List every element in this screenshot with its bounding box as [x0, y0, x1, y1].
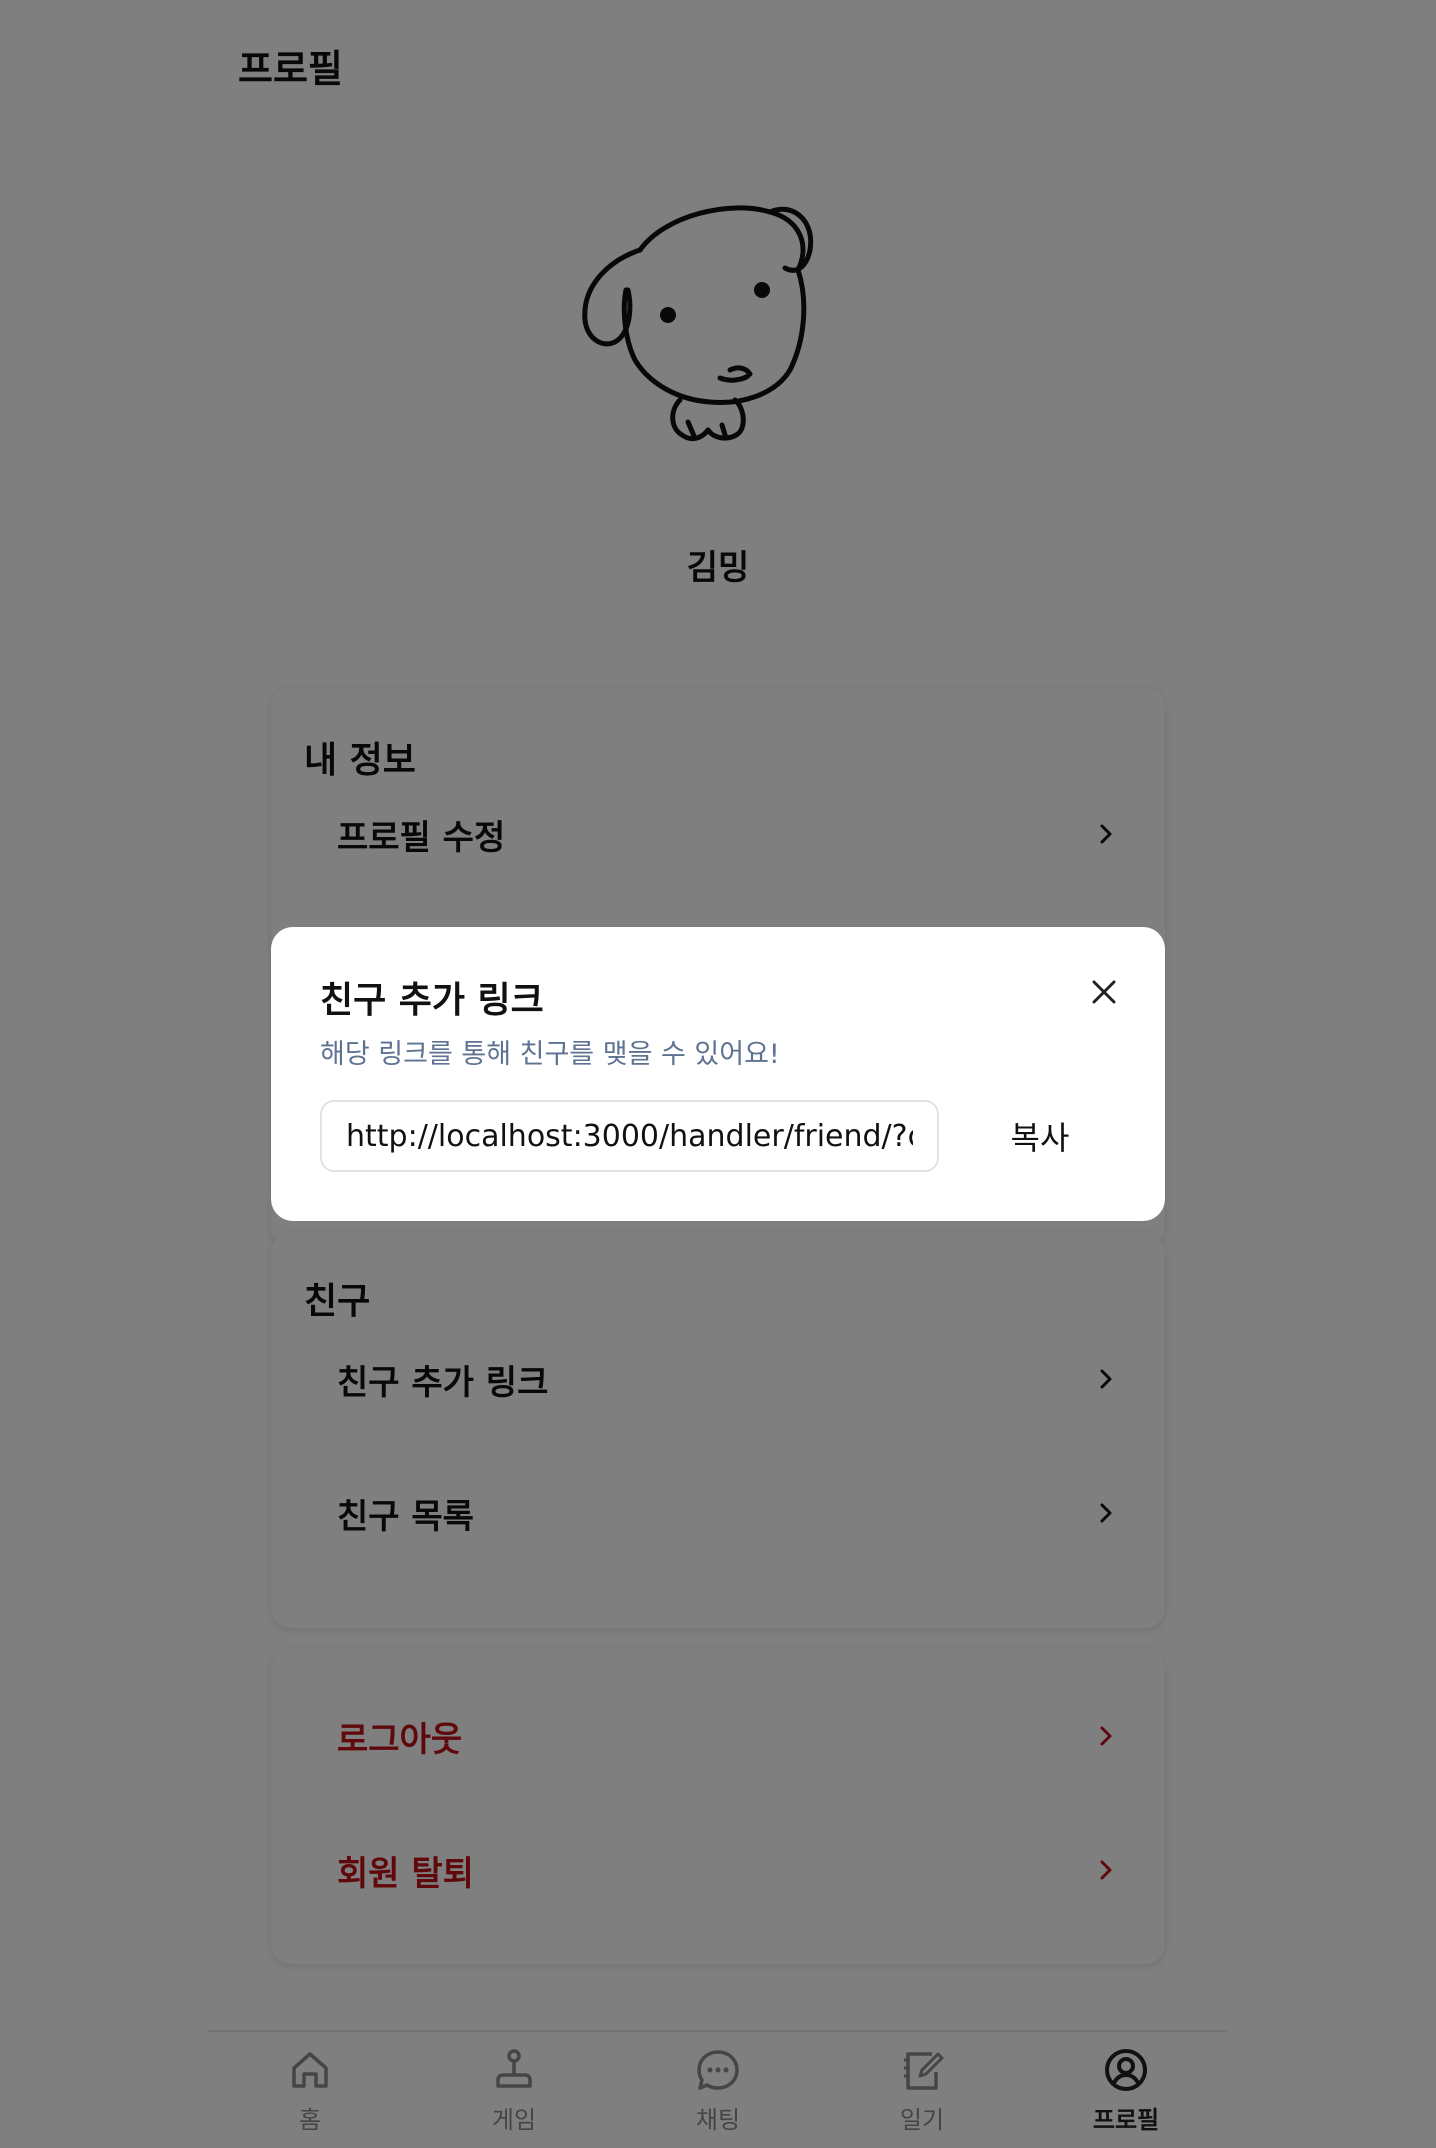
- modal-description: 해당 링크를 통해 친구를 맺을 수 있어요!: [320, 1039, 780, 1070]
- friend-link-input[interactable]: [320, 1100, 939, 1172]
- copy-button[interactable]: 복사: [971, 1100, 1109, 1172]
- modal-title: 친구 추가 링크: [320, 980, 544, 1021]
- friend-link-modal: 친구 추가 링크 해당 링크를 통해 친구를 맺을 수 있어요! 복사: [271, 927, 1165, 1221]
- close-icon[interactable]: [1089, 977, 1119, 1007]
- app-root: 프로필 김밍 내 정보 프로필 수정: [0, 0, 1436, 2148]
